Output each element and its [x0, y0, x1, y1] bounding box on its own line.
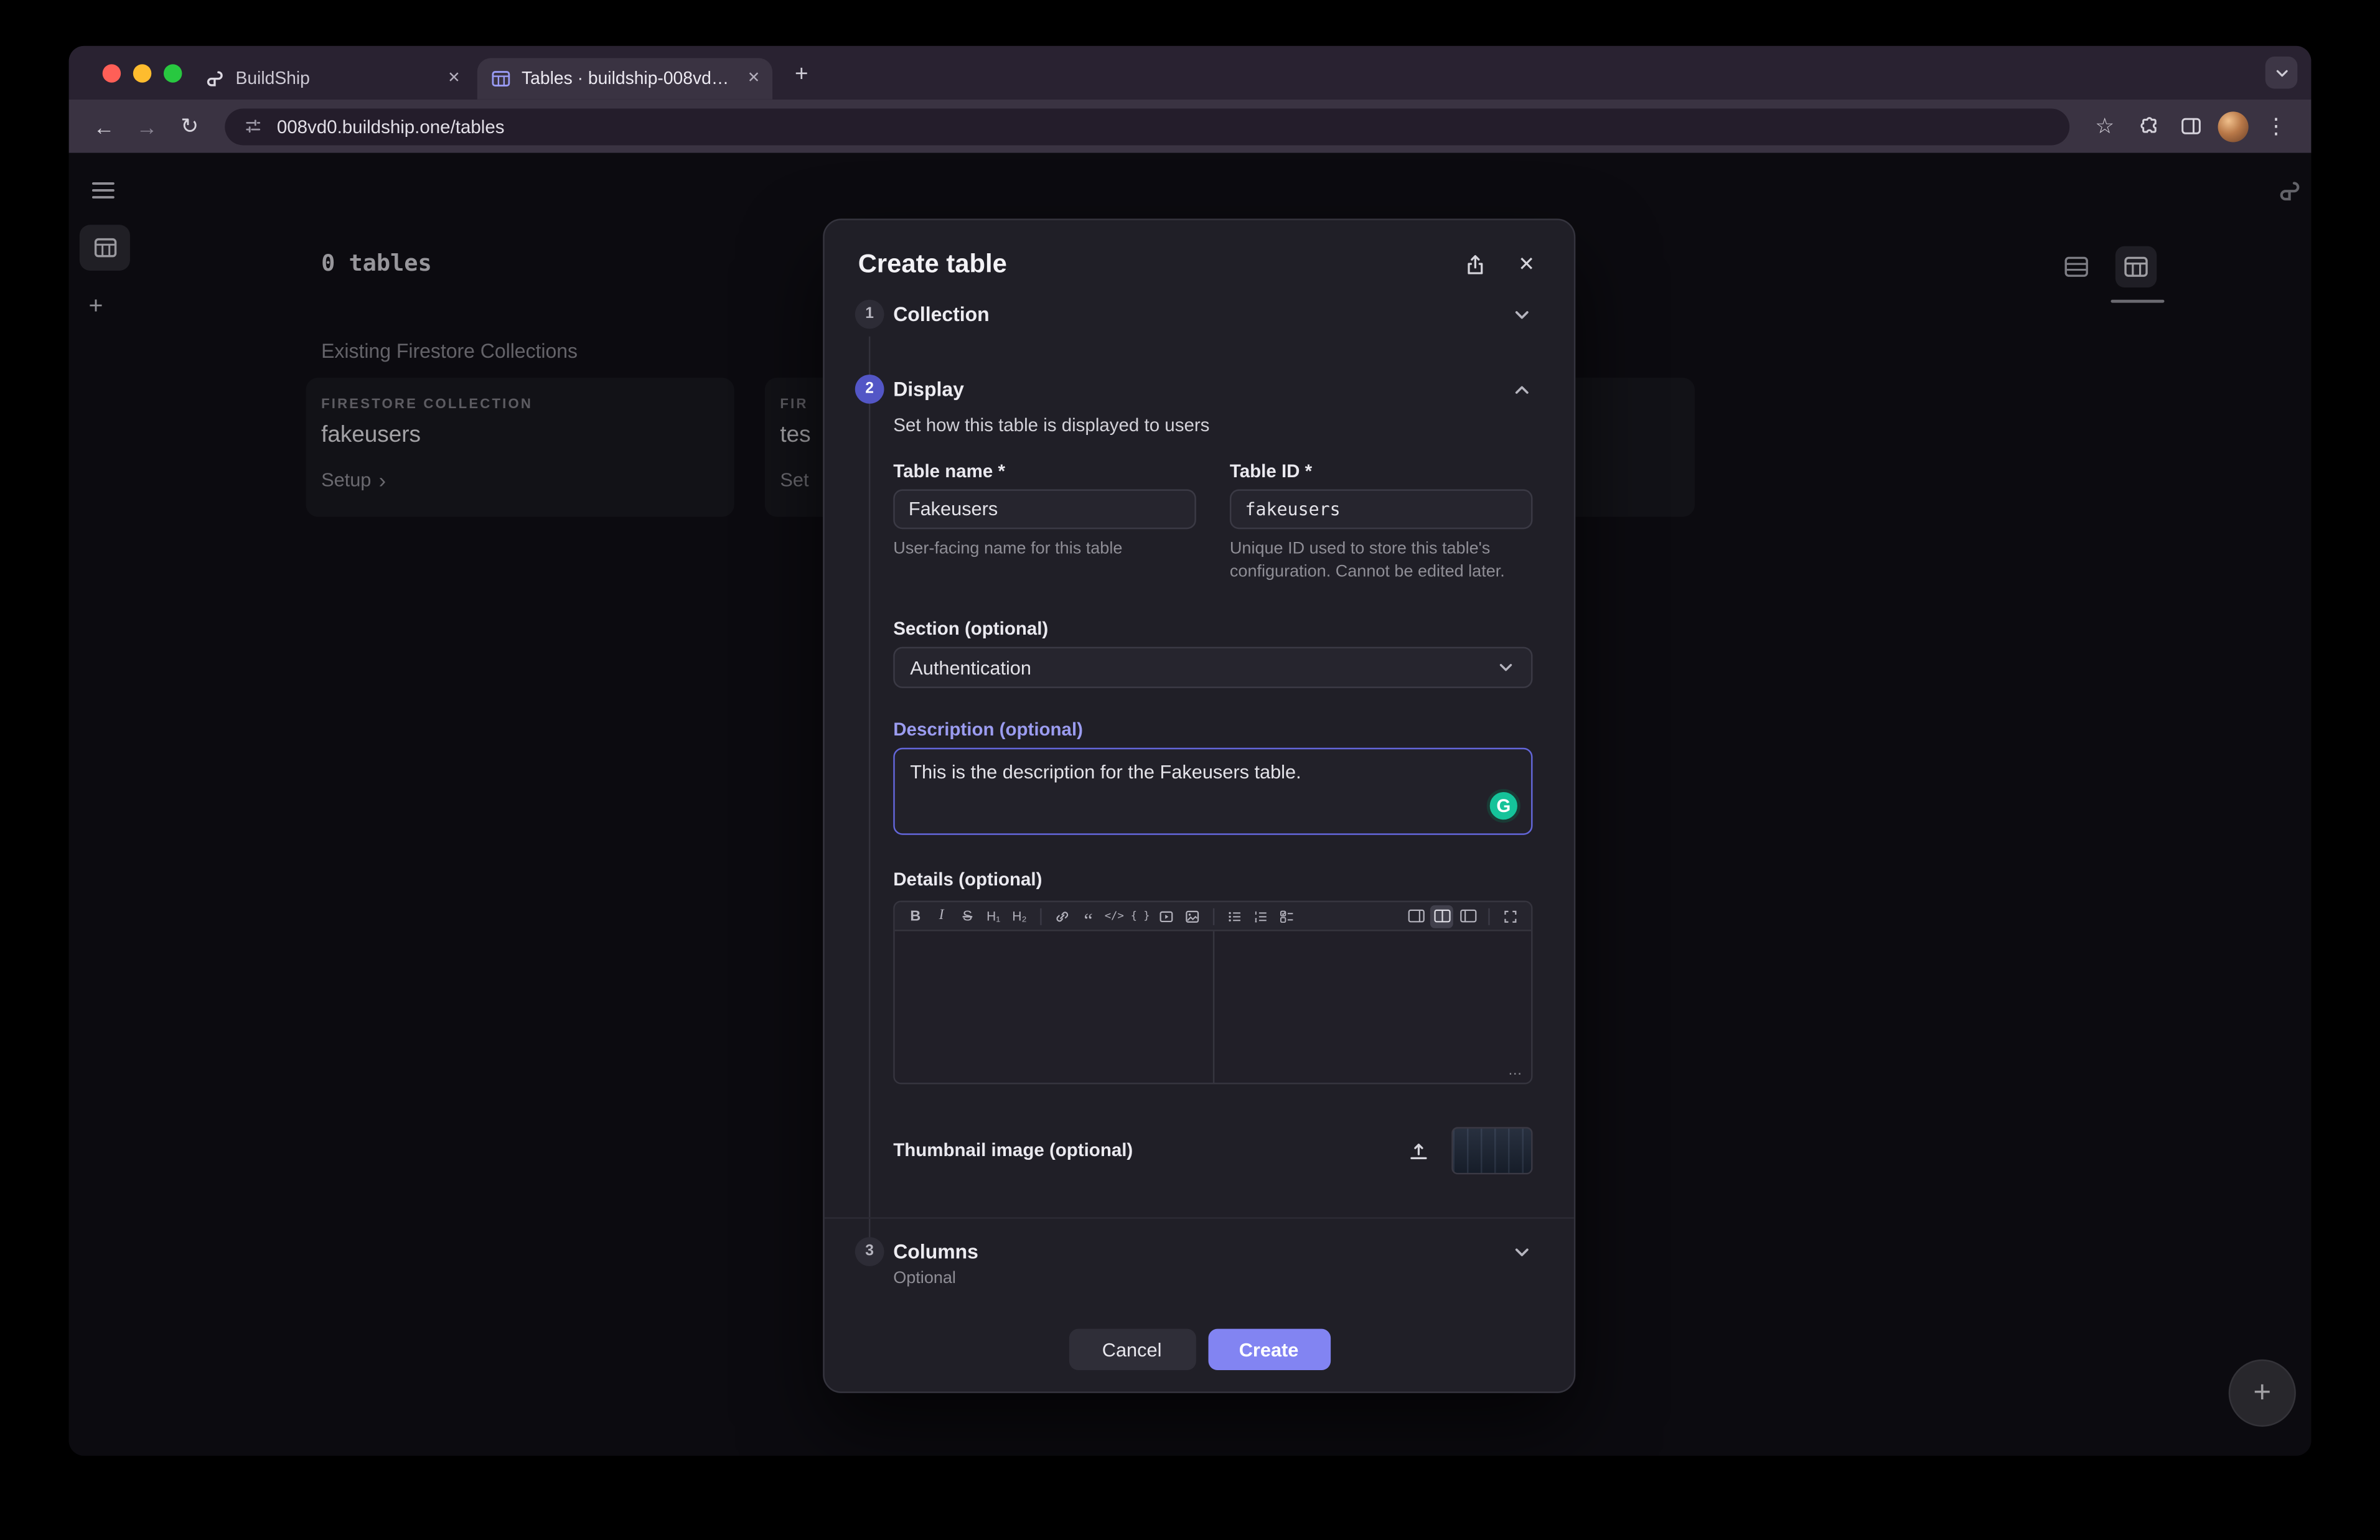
address-bar[interactable]: 008vd0.buildship.one/tables [225, 108, 2070, 145]
url-text: 008vd0.buildship.one/tables [276, 115, 505, 137]
editor-pane-divider [1212, 931, 1215, 1083]
image-icon[interactable] [1181, 905, 1204, 928]
table-id-input[interactable] [1229, 489, 1533, 530]
share-icon[interactable] [1461, 251, 1488, 278]
close-window-button[interactable] [102, 63, 121, 82]
step-number: 1 [855, 299, 884, 329]
tab-strip: BuildShip ✕ Tables · buildship-008vd0 · … [68, 45, 2312, 100]
back-icon[interactable]: ← [84, 106, 124, 146]
profile-avatar[interactable] [2218, 111, 2249, 142]
strikethrough-icon[interactable]: S [956, 905, 979, 928]
code-block-icon[interactable]: { } [1129, 905, 1152, 928]
layout-split-icon[interactable] [1430, 905, 1453, 928]
bullet-list-icon[interactable] [1224, 905, 1247, 928]
layout-preview-icon[interactable] [1456, 905, 1479, 928]
chevron-down-icon [1496, 658, 1516, 678]
chevron-up-icon[interactable] [1511, 378, 1532, 399]
table-name-label: Table name * [893, 460, 1005, 482]
resize-handle[interactable]: ⋯ [1508, 1066, 1524, 1083]
step-collection[interactable]: 1 Collection [855, 299, 1533, 329]
reload-icon[interactable]: ↻ [170, 106, 210, 146]
details-label: Details (optional) [893, 869, 1042, 891]
upload-icon[interactable] [1407, 1140, 1430, 1163]
editor-content-area[interactable]: ⋯ [894, 931, 1532, 1083]
dialog-title: Create table [858, 249, 1007, 279]
table-id-label: Table ID * [1229, 460, 1313, 482]
table-name-input[interactable] [893, 489, 1196, 530]
heading-1-icon[interactable]: H₁ [982, 905, 1005, 928]
section-divider [824, 1218, 1574, 1220]
fullscreen-icon[interactable] [1499, 905, 1522, 928]
tab-title: Tables · buildship-008vd0 · F [522, 69, 737, 88]
create-table-dialog: Create table ✕ 1 Collection 2 Display Se… [823, 218, 1576, 1393]
forward-icon[interactable]: → [127, 106, 167, 146]
details-editor[interactable]: B I S H₁ H₂ “ </> {} ⋯ [893, 901, 1533, 1085]
tab-buildship[interactable]: BuildShip ✕ [191, 58, 472, 99]
close-dialog-icon[interactable]: ✕ [1513, 251, 1540, 278]
layout-editor-icon[interactable] [1404, 905, 1427, 928]
tab-search-button[interactable] [2265, 56, 2298, 89]
section-label: Section (optional) [893, 618, 1049, 640]
embed-icon[interactable] [1155, 905, 1178, 928]
bold-icon[interactable]: B [904, 905, 927, 928]
task-list-icon[interactable] [1276, 905, 1299, 928]
minimize-window-button[interactable] [133, 63, 152, 82]
zoom-window-button[interactable] [163, 63, 182, 82]
close-tab-icon[interactable]: ✕ [447, 70, 461, 87]
site-settings-icon[interactable] [243, 116, 263, 136]
tables-favicon-icon [489, 68, 510, 89]
step-sublabel: Optional [893, 1269, 956, 1289]
screen: BuildShip ✕ Tables · buildship-008vd0 · … [0, 0, 2380, 1540]
browser-menu-icon[interactable]: ⋮ [2256, 106, 2296, 146]
description-label: Description (optional) [893, 719, 1083, 741]
step-label: Collection [893, 302, 990, 326]
blockquote-icon[interactable]: “ [1077, 905, 1100, 930]
dialog-footer: Cancel Create [825, 1328, 1574, 1392]
chevron-down-icon[interactable] [1511, 304, 1532, 325]
italic-icon[interactable]: I [930, 905, 953, 928]
thumbnail-label: Thumbnail image (optional) [893, 1139, 1133, 1162]
cancel-button[interactable]: Cancel [1068, 1328, 1196, 1371]
extensions-icon[interactable] [2128, 106, 2168, 146]
step-number: 2 [855, 375, 884, 404]
step-label: Display [893, 378, 964, 401]
toolbar-separator [1040, 908, 1042, 925]
new-tab-button[interactable]: + [785, 57, 818, 90]
name-id-grid: Table name * User-facing name for this t… [893, 460, 1533, 585]
side-panel-icon[interactable] [2170, 106, 2210, 146]
inline-code-icon[interactable]: </> [1103, 905, 1126, 928]
tab-title: BuildShip [235, 69, 310, 88]
browser-window: BuildShip ✕ Tables · buildship-008vd0 · … [68, 45, 2312, 1456]
chevron-down-icon[interactable] [1511, 1241, 1532, 1262]
ordered-list-icon[interactable] [1250, 905, 1273, 928]
link-icon[interactable] [1051, 905, 1074, 928]
table-id-help: Unique ID used to store this table's con… [1229, 539, 1505, 582]
step-subtitle: Set how this table is displayed to users [893, 414, 1210, 436]
section-value: Authentication [910, 657, 1031, 679]
buildship-favicon-icon [204, 68, 225, 89]
toolbar-separator [1488, 908, 1490, 925]
description-textarea[interactable]: This is the description for the Fakeuser… [893, 748, 1533, 836]
table-name-help: User-facing name for this table [893, 539, 1123, 559]
dialog-header: Create table ✕ [825, 220, 1574, 300]
create-button[interactable]: Create [1207, 1328, 1330, 1371]
close-tab-icon[interactable]: ✕ [747, 70, 761, 87]
step-columns[interactable]: 3 Columns Optional [855, 1238, 1533, 1288]
step-number: 3 [855, 1238, 884, 1267]
browser-toolbar: ← → ↻ 008vd0.buildship.one/tables ☆ ⋮ [68, 99, 2312, 153]
editor-toolbar: B I S H₁ H₂ “ </> {} [894, 902, 1532, 932]
step-label: Columns [893, 1240, 978, 1264]
thumbnail-preview[interactable] [1451, 1127, 1533, 1175]
window-controls [102, 63, 182, 82]
section-select[interactable]: Authentication [893, 647, 1533, 689]
toolbar-separator [1212, 908, 1215, 925]
heading-2-icon[interactable]: H₂ [1008, 905, 1031, 928]
dialog-body: 1 Collection 2 Display Set how this tabl… [824, 299, 1574, 1329]
bookmark-star-icon[interactable]: ☆ [2085, 106, 2125, 146]
tab-tables[interactable]: Tables · buildship-008vd0 · F ✕ [477, 58, 773, 100]
step-display: 2 Display Set how this table is displaye… [855, 375, 1533, 1175]
